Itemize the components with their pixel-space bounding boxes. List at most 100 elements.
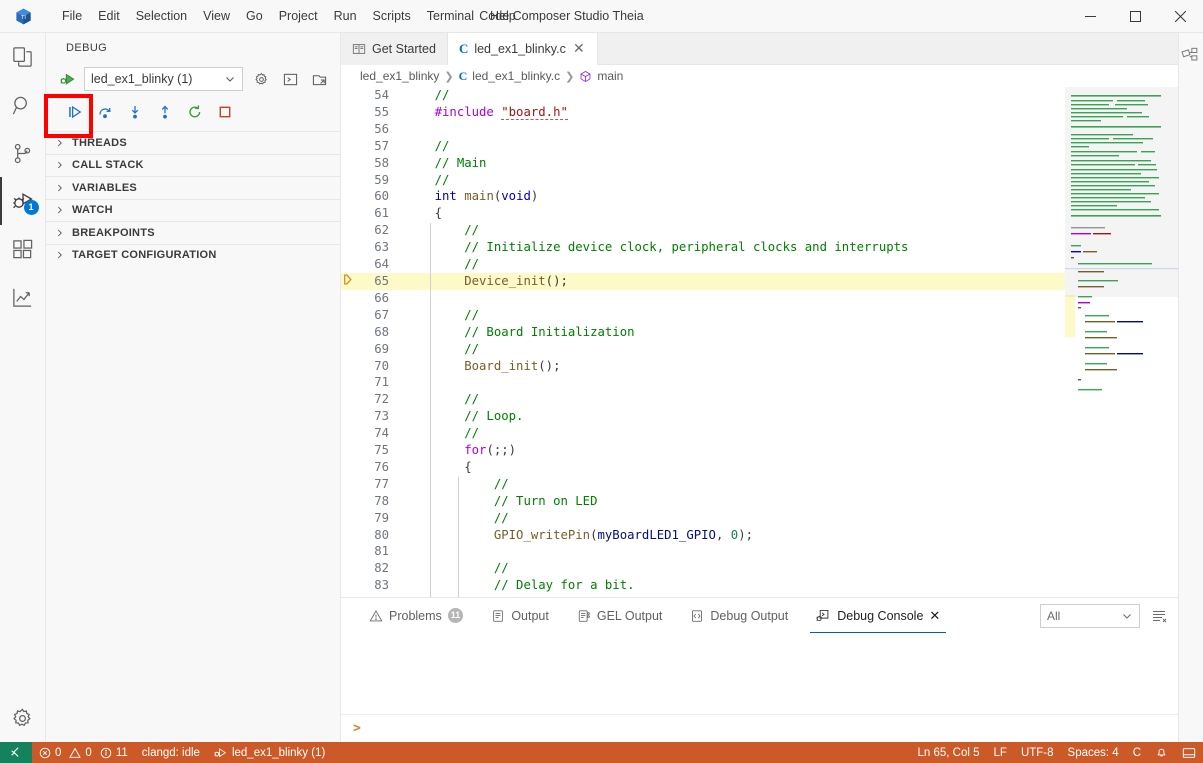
editor-gutter[interactable] xyxy=(341,172,359,189)
editor-gutter[interactable] xyxy=(341,341,359,358)
code-text[interactable]: // xyxy=(403,307,1065,324)
code-text[interactable]: // xyxy=(403,256,1065,273)
launch-config-select[interactable]: led_ex1_blinky (1) xyxy=(84,67,243,91)
menu-item-scripts[interactable]: Scripts xyxy=(365,5,419,27)
code-line[interactable]: 62 // xyxy=(341,222,1065,239)
clear-console-button[interactable] xyxy=(1148,605,1170,627)
open-debug-console-button[interactable] xyxy=(279,68,301,90)
console-filter-select[interactable]: All xyxy=(1040,604,1140,628)
sidebar-section-watch[interactable]: WATCH xyxy=(46,199,340,222)
editor-gutter[interactable] xyxy=(341,256,359,273)
restart-button[interactable] xyxy=(182,100,208,124)
panel-tab-problems[interactable]: Problems 11 xyxy=(355,598,477,633)
editor-gutter[interactable] xyxy=(341,374,359,391)
editor-gutter[interactable] xyxy=(341,358,359,375)
code-line[interactable]: 55 #include "board.h" xyxy=(341,104,1065,121)
code-line[interactable]: 81 xyxy=(341,543,1065,560)
editor-gutter[interactable] xyxy=(341,594,359,597)
step-over-button[interactable] xyxy=(92,100,118,124)
sidebar-item-source-control[interactable] xyxy=(0,129,46,177)
code-line[interactable]: 68 // Board Initialization xyxy=(341,324,1065,341)
code-text[interactable] xyxy=(403,543,1065,560)
layout-panel-icon[interactable] xyxy=(1181,45,1201,65)
editor-gutter[interactable] xyxy=(341,442,359,459)
sidebar-section-breakpoints[interactable]: BREAKPOINTS xyxy=(46,221,340,244)
code-line[interactable]: 76 { xyxy=(341,459,1065,476)
code-line[interactable]: 64 // xyxy=(341,256,1065,273)
code-text[interactable]: // Board Initialization xyxy=(403,324,1065,341)
code-line[interactable]: 73 // Loop. xyxy=(341,408,1065,425)
code-line[interactable]: 75 for(;;) xyxy=(341,442,1065,459)
code-line[interactable]: 56 xyxy=(341,121,1065,138)
menu-item-run[interactable]: Run xyxy=(326,5,365,27)
menu-item-terminal[interactable]: Terminal xyxy=(419,5,482,27)
close-icon[interactable]: ✕ xyxy=(929,608,940,624)
code-text[interactable]: // Delay for a bit. xyxy=(403,577,1065,594)
code-scroll-area[interactable]: 54 //55 #include "board.h"5657 //58 // M… xyxy=(341,87,1065,597)
code-line[interactable]: 61 { xyxy=(341,205,1065,222)
code-line[interactable]: 54 // xyxy=(341,87,1065,104)
editor-gutter[interactable] xyxy=(341,560,359,577)
code-text[interactable] xyxy=(403,121,1065,138)
menu-item-help[interactable]: Help xyxy=(482,5,524,27)
editor-gutter[interactable] xyxy=(341,155,359,172)
code-line[interactable]: 78 // Turn on LED xyxy=(341,493,1065,510)
breadcrumb-item-file[interactable]: led_ex1_blinky.c xyxy=(472,69,560,83)
status-indentation[interactable]: Spaces: 4 xyxy=(1061,742,1126,763)
debug-console-output[interactable] xyxy=(341,633,1178,714)
code-text[interactable]: // xyxy=(403,341,1065,358)
editor-gutter[interactable] xyxy=(341,577,359,594)
status-eol[interactable]: LF xyxy=(987,742,1014,763)
code-line[interactable]: 72 // xyxy=(341,391,1065,408)
code-line[interactable]: 70 Board_init(); xyxy=(341,358,1065,375)
status-notifications[interactable] xyxy=(1148,742,1175,763)
resume-button[interactable] xyxy=(62,100,88,124)
code-line[interactable]: 66 xyxy=(341,290,1065,307)
editor-gutter[interactable] xyxy=(341,493,359,510)
breadcrumb-item-project[interactable]: led_ex1_blinky xyxy=(360,69,439,83)
code-text[interactable]: // xyxy=(403,594,1065,597)
panel-tab-debug-output[interactable]: Debug Output xyxy=(676,598,802,633)
breadcrumb-item-symbol[interactable]: main xyxy=(597,69,623,83)
code-text[interactable] xyxy=(403,290,1065,307)
editor-gutter[interactable] xyxy=(341,425,359,442)
sidebar-section-target-configuration[interactable]: TARGET CONFIGURATION xyxy=(46,244,340,267)
sidebar-section-variables[interactable]: VARIABLES xyxy=(46,176,340,199)
stop-button[interactable] xyxy=(212,100,238,124)
code-text[interactable]: Board_init(); xyxy=(403,358,1065,375)
code-line[interactable]: 82 // xyxy=(341,560,1065,577)
status-layout-toggle[interactable] xyxy=(1175,742,1203,763)
code-text[interactable]: // xyxy=(403,172,1065,189)
code-line[interactable]: 57 // xyxy=(341,138,1065,155)
editor-gutter[interactable] xyxy=(341,510,359,527)
code-text[interactable]: // xyxy=(403,476,1065,493)
minimap[interactable] xyxy=(1065,87,1178,597)
code-text[interactable]: int main(void) xyxy=(403,188,1065,205)
sidebar-section-threads[interactable]: THREADS xyxy=(46,131,340,154)
open-view-button[interactable] xyxy=(308,68,330,90)
editor-vertical-scrollbar[interactable] xyxy=(1051,87,1065,597)
editor-gutter[interactable] xyxy=(341,408,359,425)
status-debug-session[interactable]: led_ex1_blinky (1) xyxy=(207,742,332,763)
sidebar-item-run-and-debug[interactable]: 1 xyxy=(0,177,46,225)
editor-gutter[interactable] xyxy=(341,121,359,138)
code-text[interactable]: { xyxy=(403,205,1065,222)
code-line[interactable]: 71 xyxy=(341,374,1065,391)
code-line[interactable]: 69 // xyxy=(341,341,1065,358)
code-line[interactable]: 79 // xyxy=(341,510,1065,527)
code-text[interactable]: // Loop. xyxy=(403,408,1065,425)
sidebar-section-call-stack[interactable]: CALL STACK xyxy=(46,154,340,177)
close-icon[interactable] xyxy=(1158,0,1203,33)
status-cursor-position[interactable]: Ln 65, Col 5 xyxy=(911,742,987,763)
sidebar-item-extensions[interactable] xyxy=(0,225,46,273)
code-text[interactable] xyxy=(403,374,1065,391)
code-text[interactable]: // xyxy=(403,222,1065,239)
editor-gutter[interactable] xyxy=(341,205,359,222)
minimize-icon[interactable] xyxy=(1068,0,1113,33)
code-text[interactable]: #include "board.h" xyxy=(403,104,1065,121)
editor-gutter[interactable] xyxy=(341,138,359,155)
remote-connection-button[interactable] xyxy=(0,742,32,763)
editor-gutter[interactable] xyxy=(341,87,359,104)
menu-item-selection[interactable]: Selection xyxy=(128,5,195,27)
code-editor[interactable]: 54 //55 #include "board.h"5657 //58 // M… xyxy=(341,87,1178,597)
